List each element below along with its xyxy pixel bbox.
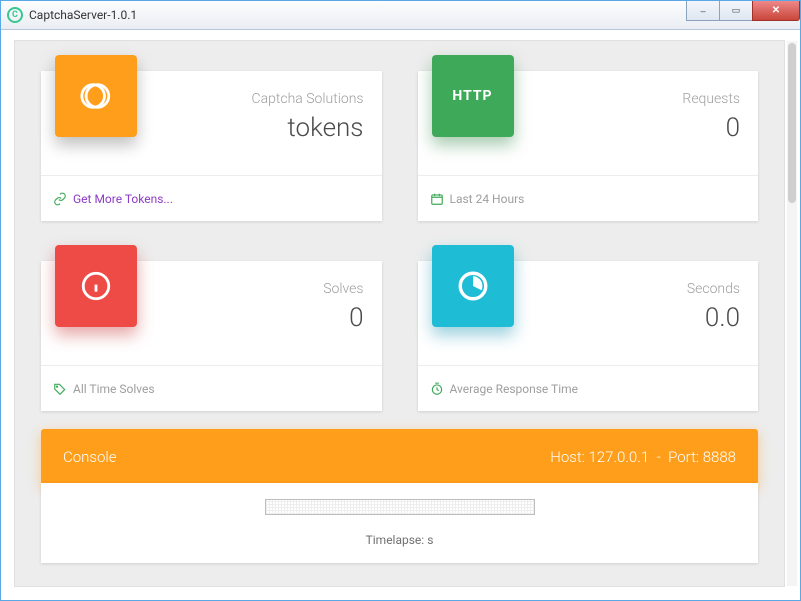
timer-icon [430, 382, 444, 396]
client-area: Captcha Solutions tokens Get More Tokens… [2, 30, 799, 599]
card-label: Captcha Solutions [252, 91, 364, 107]
app-window: CaptchaServer-1.0.1 Captcha S [0, 0, 801, 601]
card-seconds: Seconds 0.0 Average Response Time [418, 261, 759, 411]
card-footer: Last 24 Hours [418, 175, 759, 221]
calendar-icon [430, 192, 444, 206]
info-icon [55, 245, 137, 327]
console-panel: Console Host: 127.0.0.1 - Port: 8888 Tim… [41, 429, 758, 563]
card-footer: Average Response Time [418, 365, 759, 411]
card-label: Seconds [687, 281, 740, 297]
card-grid: Captcha Solutions tokens Get More Tokens… [15, 41, 784, 429]
window-controls [687, 1, 800, 21]
card-value: 0 [349, 303, 363, 333]
card-solves: Solves 0 All Time Solves [41, 261, 382, 411]
card-requests: HTTP Requests 0 Last 24 Hours [418, 71, 759, 221]
console-header: Console Host: 127.0.0.1 - Port: 8888 [41, 429, 758, 485]
console-body: Timelapse: s [41, 483, 758, 563]
footer-text: Average Response Time [450, 382, 579, 396]
card-value: 0.0 [705, 303, 740, 333]
footer-text: All Time Solves [73, 382, 155, 396]
card-label: Solves [323, 281, 363, 297]
scrollbar[interactable] [787, 41, 797, 586]
timelapse-text: Timelapse: s [366, 533, 434, 547]
titlebar: CaptchaServer-1.0.1 [1, 0, 800, 30]
clock-icon [432, 245, 514, 327]
http-label: HTTP [452, 88, 492, 104]
scrollbar-thumb[interactable] [788, 43, 796, 203]
app-icon [7, 7, 23, 23]
window-title: CaptchaServer-1.0.1 [29, 8, 137, 22]
card-value: tokens [287, 113, 363, 143]
card-value: 0 [726, 113, 740, 143]
get-more-tokens-link[interactable]: Get More Tokens... [73, 192, 173, 206]
progress-bar [265, 499, 535, 515]
card-label: Requests [682, 91, 740, 107]
card-footer: All Time Solves [41, 365, 382, 411]
dashboard: Captcha Solutions tokens Get More Tokens… [14, 40, 785, 587]
minimize-button[interactable] [686, 1, 720, 21]
console-hostport: Host: 127.0.0.1 - Port: 8888 [550, 448, 736, 466]
footer-text: Last 24 Hours [450, 192, 525, 206]
maximize-button[interactable] [719, 1, 753, 21]
card-footer: Get More Tokens... [41, 175, 382, 221]
coins-icon [55, 55, 137, 137]
http-icon: HTTP [432, 55, 514, 137]
console-title: Console [63, 448, 117, 466]
link-icon [53, 192, 67, 206]
close-button[interactable] [752, 1, 800, 21]
tag-icon [53, 382, 67, 396]
card-tokens: Captcha Solutions tokens Get More Tokens… [41, 71, 382, 221]
